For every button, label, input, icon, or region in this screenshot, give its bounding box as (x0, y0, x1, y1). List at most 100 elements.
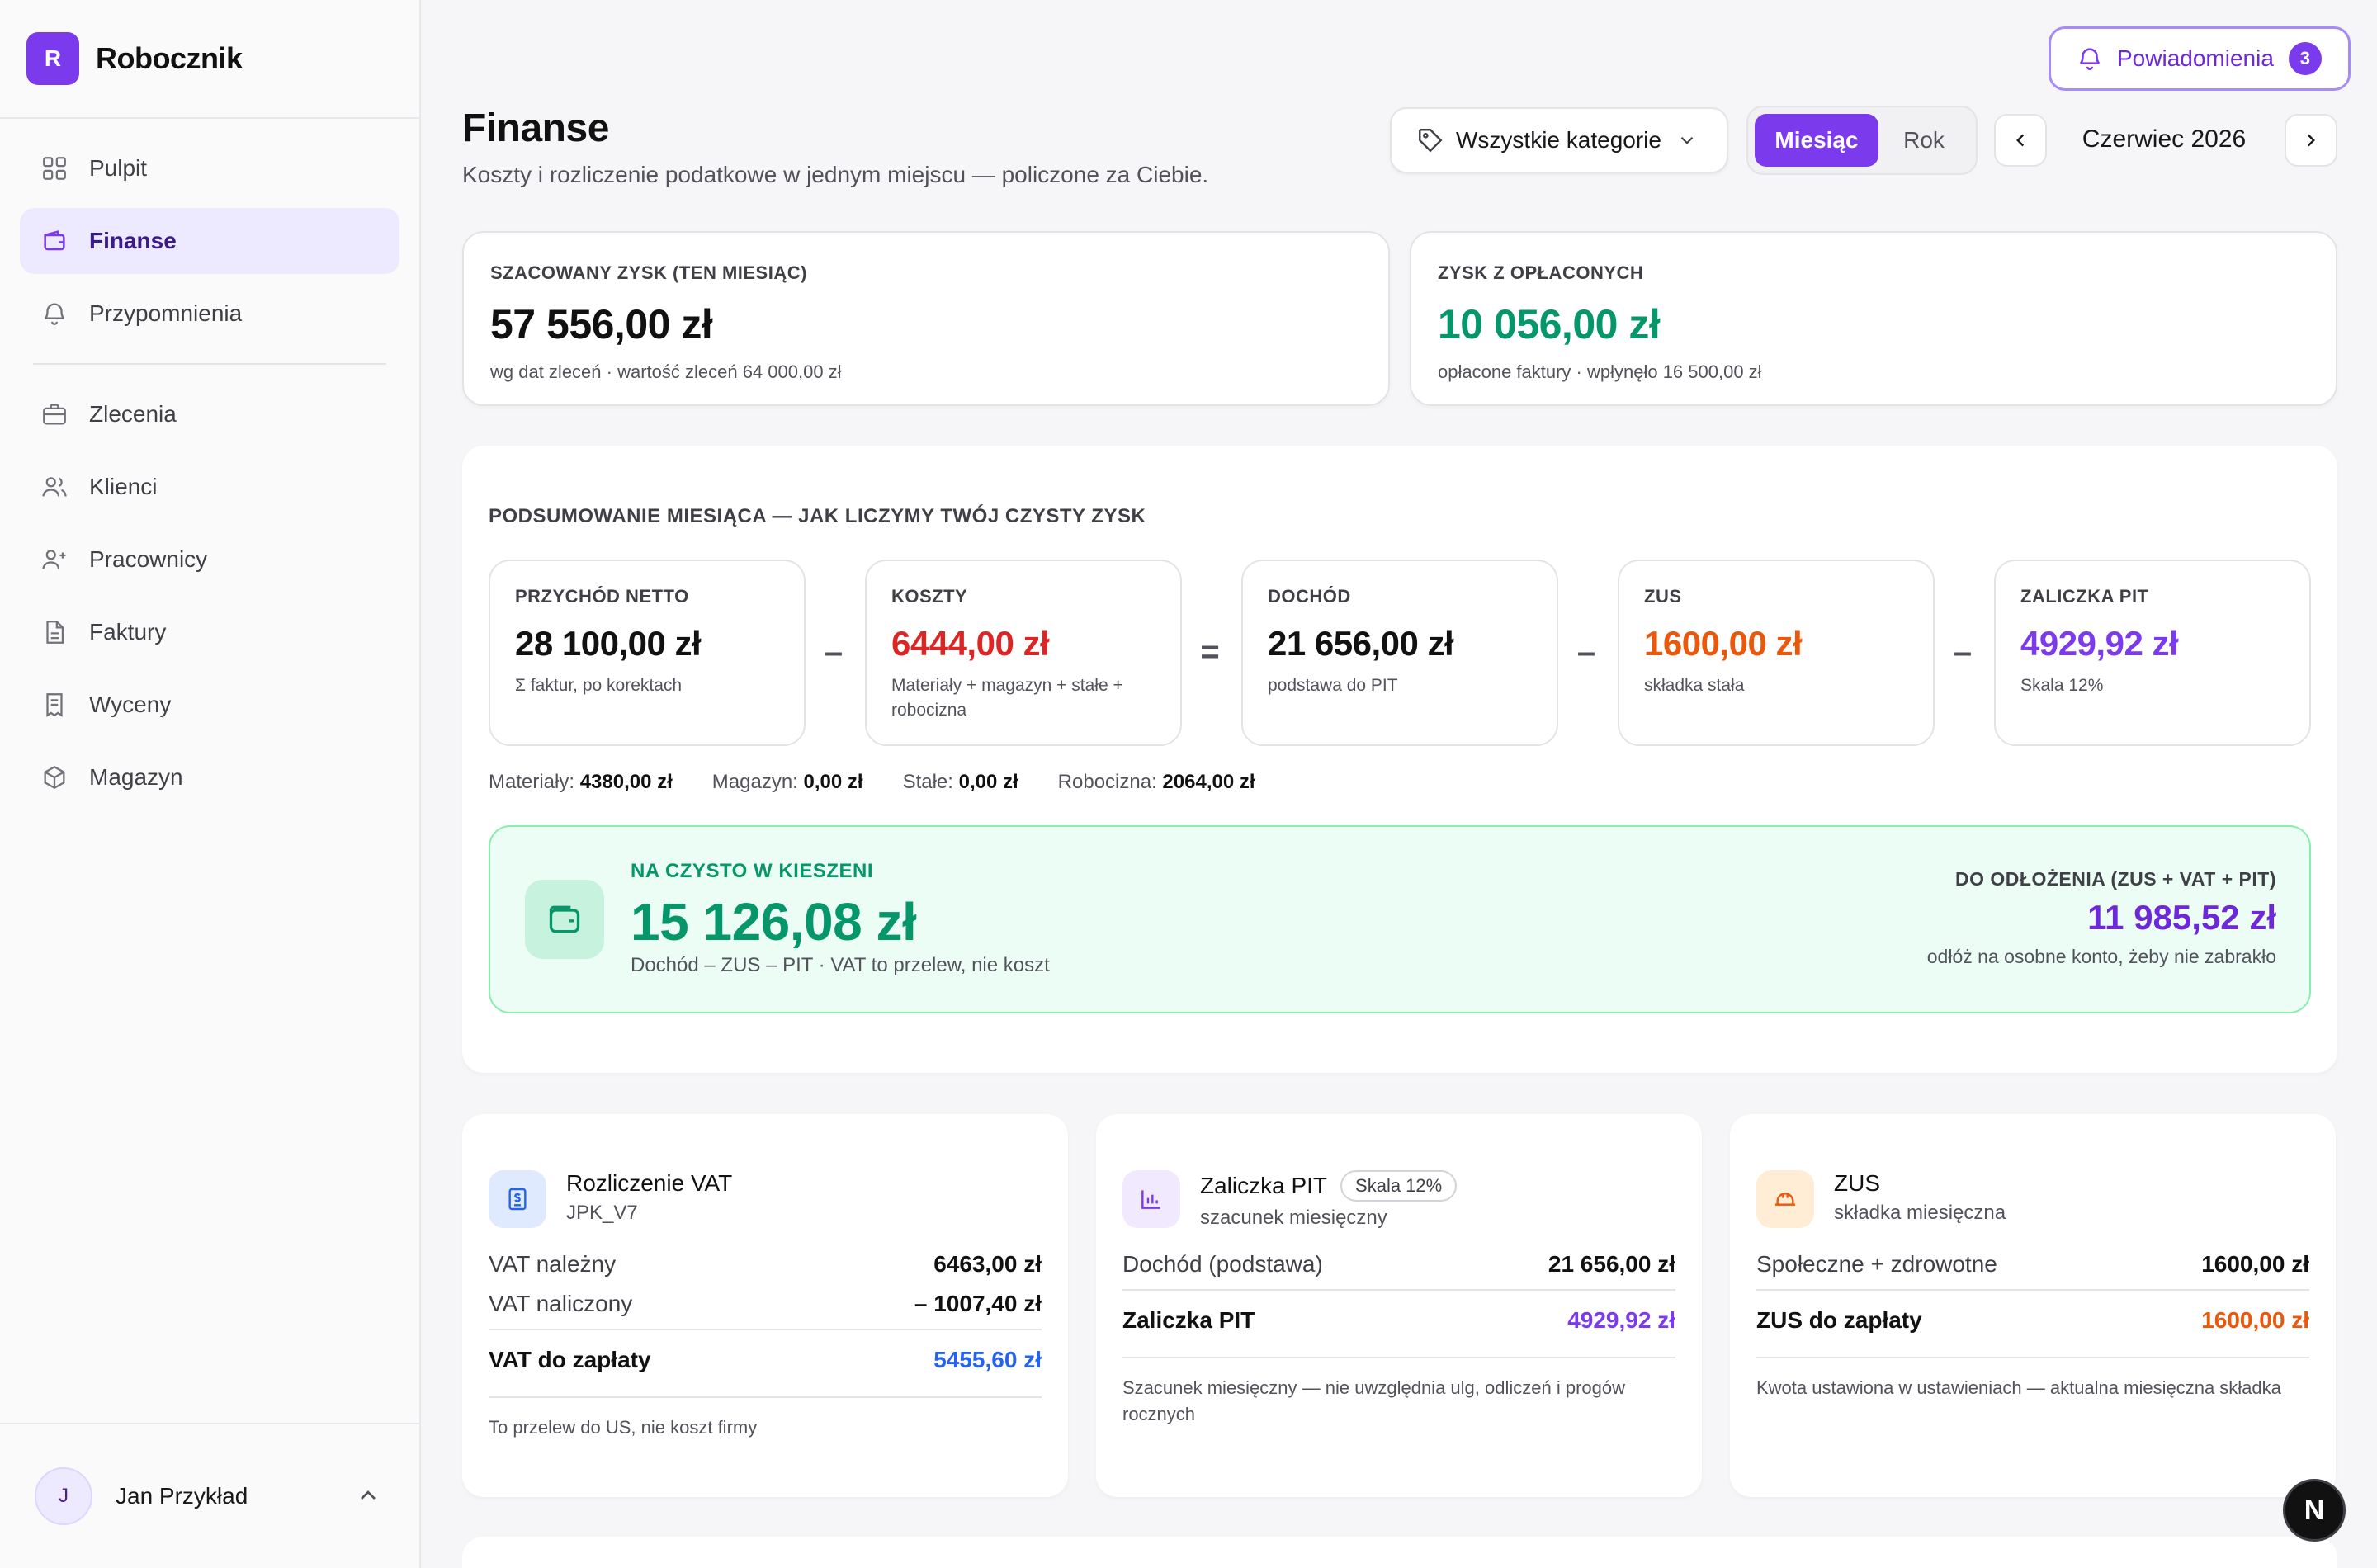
sidebar-item-label: Magazyn (89, 764, 183, 790)
sidebar-item-klienci[interactable]: Klienci (20, 454, 399, 520)
pit-footer: Szacunek miesięczny — nie uwzględnia ulg… (1122, 1357, 1675, 1428)
paid-profit-card: ZYSK Z OPŁACONYCH 10 056,00 zł opłacone … (1410, 231, 2337, 406)
box-icon (40, 763, 69, 792)
sidebar-item-label: Faktury (89, 619, 167, 645)
revenue-note: Σ faktur, po korektach (515, 676, 683, 695)
sidebar-item-magazyn[interactable]: Magazyn (20, 744, 399, 810)
net-profit-value: 15 126,08 zł (631, 892, 917, 952)
pit-box: ZALICZKA PIT 4929,92 zł Skala 12% (1994, 560, 2311, 746)
sidebar-divider (33, 363, 386, 365)
tag-icon (1419, 129, 1443, 153)
breakdown-fixed: Stałe: 0,00 zł (902, 771, 1018, 793)
paid-profit-note: opłacone faktury · wpłynęło 16 500,00 zł (1438, 361, 1762, 382)
sidebar-item-label: Zlecenia (89, 401, 177, 427)
zus-footer: Kwota ustawiona w ustawieniach — aktualn… (1756, 1357, 2309, 1401)
notifications-button[interactable]: Powiadomienia 3 (2049, 26, 2351, 91)
invoice-dollar-icon (489, 1170, 546, 1228)
chevron-up-icon[interactable] (355, 1482, 381, 1509)
bell-icon (40, 299, 69, 328)
brand-logo: R (26, 32, 79, 85)
next-period-button[interactable] (2285, 114, 2337, 167)
revenue-box: PRZYCHÓD NETTO 28 100,00 zł Σ faktur, po… (489, 560, 806, 746)
estimated-profit-card: SZACOWANY ZYSK (TEN MIESIĄC) 57 556,00 z… (462, 231, 1390, 406)
brand[interactable]: R Robocznik (0, 0, 419, 119)
receipt-icon (40, 690, 69, 720)
summary-title: PODSUMOWANIE MIESIĄCA — JAK LICZYMY TWÓJ… (489, 505, 1146, 527)
pit-title: Zaliczka PIT (1200, 1173, 1328, 1198)
document-icon (40, 617, 69, 647)
minus-operator: – (824, 634, 844, 670)
category-select-value: Wszystkie kategorie (1456, 127, 1661, 153)
equals-operator: = (1200, 634, 1220, 670)
chevron-down-icon (1680, 136, 1694, 144)
prev-period-button[interactable] (1994, 114, 2047, 167)
paid-profit-value: 10 056,00 zł (1438, 301, 1661, 347)
cost-breakdown: Materiały: 4380,00 zł Magazyn: 0,00 zł S… (489, 771, 1295, 794)
revenue-caption: PRZYCHÓD NETTO (515, 586, 689, 607)
sidebar-item-wyceny[interactable]: Wyceny (20, 672, 399, 738)
zus-card: ZUS składka miesięczna Społeczne + zdrow… (1730, 1114, 2336, 1497)
sidebar-item-label: Wyceny (89, 692, 172, 717)
user-menu[interactable]: J Jan Przykład (0, 1423, 419, 1568)
notifications-label: Powiadomienia (2117, 45, 2274, 71)
breakdown-warehouse: Magazyn: 0,00 zł (711, 771, 863, 793)
pit-value: 4929,92 zł (2020, 624, 2179, 663)
chevron-right-icon (2307, 134, 2315, 147)
minus-operator: – (1576, 634, 1596, 670)
notifications-count-badge: 3 (2288, 42, 2322, 75)
pit-caption: ZALICZKA PIT (2020, 586, 2149, 607)
zus-title: ZUS (1834, 1170, 1880, 1196)
zus-total-row: ZUS do zapłaty 1600,00 zł (1756, 1289, 2309, 1350)
net-profit-banner: NA CZYSTO W KIESZENI 15 126,08 zł Dochód… (489, 825, 2311, 1013)
sidebar-item-faktury[interactable]: Faktury (20, 599, 399, 665)
zus-subtitle: składka miesięczna (1834, 1202, 2006, 1224)
income-note: podstawa do PIT (1268, 676, 1398, 695)
income-value: 21 656,00 zł (1268, 624, 1454, 663)
bar-chart-icon (1122, 1170, 1180, 1228)
period-toggle: Miesiąc Rok (1746, 106, 1978, 175)
user-name: Jan Przykład (116, 1483, 248, 1509)
sidebar-item-label: Pulpit (89, 155, 148, 181)
sidebar: R Robocznik Pulpit Finanse Przypomnienia… (0, 0, 421, 1568)
chevron-left-icon (2016, 134, 2025, 147)
dev-tools-badge[interactable]: N (2283, 1479, 2346, 1542)
minus-operator: – (1953, 634, 1973, 670)
pit-subtitle: szacunek miesięczny (1200, 1207, 1387, 1229)
set-aside-note: odłóż na osobne konto, żeby nie zabrakło (1926, 946, 2276, 967)
sidebar-item-zlecenia[interactable]: Zlecenia (20, 381, 399, 447)
net-profit-note: Dochód – ZUS – PIT · VAT to przelew, nie… (631, 954, 1050, 976)
zus-row-contrib: Społeczne + zdrowotne 1600,00 zł (1756, 1251, 2309, 1277)
avatar: J (35, 1467, 92, 1525)
vat-total-row: VAT do zapłaty 5455,60 zł (489, 1329, 1042, 1390)
vat-row-due: VAT należny 6463,00 zł (489, 1251, 1042, 1277)
breakdown-materials: Materiały: 4380,00 zł (489, 771, 673, 793)
vat-title: Rozliczenie VAT (566, 1170, 733, 1196)
estimated-profit-note: wg dat zleceń · wartość zleceń 64 000,00… (490, 361, 842, 382)
page-title: Finanse (462, 106, 609, 150)
sidebar-item-pracownicy[interactable]: Pracownicy (20, 527, 399, 593)
toggle-month[interactable]: Miesiąc (1755, 114, 1878, 167)
costs-value: 6444,00 zł (891, 624, 1050, 663)
costs-caption: KOSZTY (891, 586, 968, 607)
sidebar-item-pulpit[interactable]: Pulpit (20, 135, 399, 201)
vat-card: Rozliczenie VAT JPK_V7 VAT należny 6463,0… (462, 1114, 1068, 1497)
net-profit-caption: NA CZYSTO W KIESZENI (631, 860, 874, 882)
income-caption: DOCHÓD (1268, 586, 1351, 607)
sidebar-item-przypomnienia[interactable]: Przypomnienia (20, 281, 399, 347)
vat-subtitle: JPK_V7 (566, 1202, 638, 1224)
users-icon (40, 472, 69, 502)
income-box: DOCHÓD 21 656,00 zł podstawa do PIT (1241, 560, 1558, 746)
bell-icon (2079, 48, 2101, 70)
category-select[interactable]: Wszystkie kategorie (1390, 107, 1728, 173)
sidebar-item-label: Przypomnienia (89, 300, 243, 326)
sidebar-item-finanse[interactable]: Finanse (20, 208, 399, 274)
vat-footer: To przelew do US, nie koszt firmy (489, 1396, 1042, 1441)
toggle-year[interactable]: Rok (1878, 114, 1969, 167)
pit-note: Skala 12% (2020, 676, 2104, 695)
paid-profit-caption: ZYSK Z OPŁACONYCH (1438, 262, 1644, 283)
grid-icon (40, 153, 69, 183)
costs-box: KOSZTY 6444,00 zł Materiały + magazyn + … (865, 560, 1182, 746)
hard-hat-icon (1756, 1170, 1814, 1228)
pit-scale-chip: Skala 12% (1340, 1170, 1458, 1202)
sidebar-item-label: Finanse (89, 228, 177, 253)
